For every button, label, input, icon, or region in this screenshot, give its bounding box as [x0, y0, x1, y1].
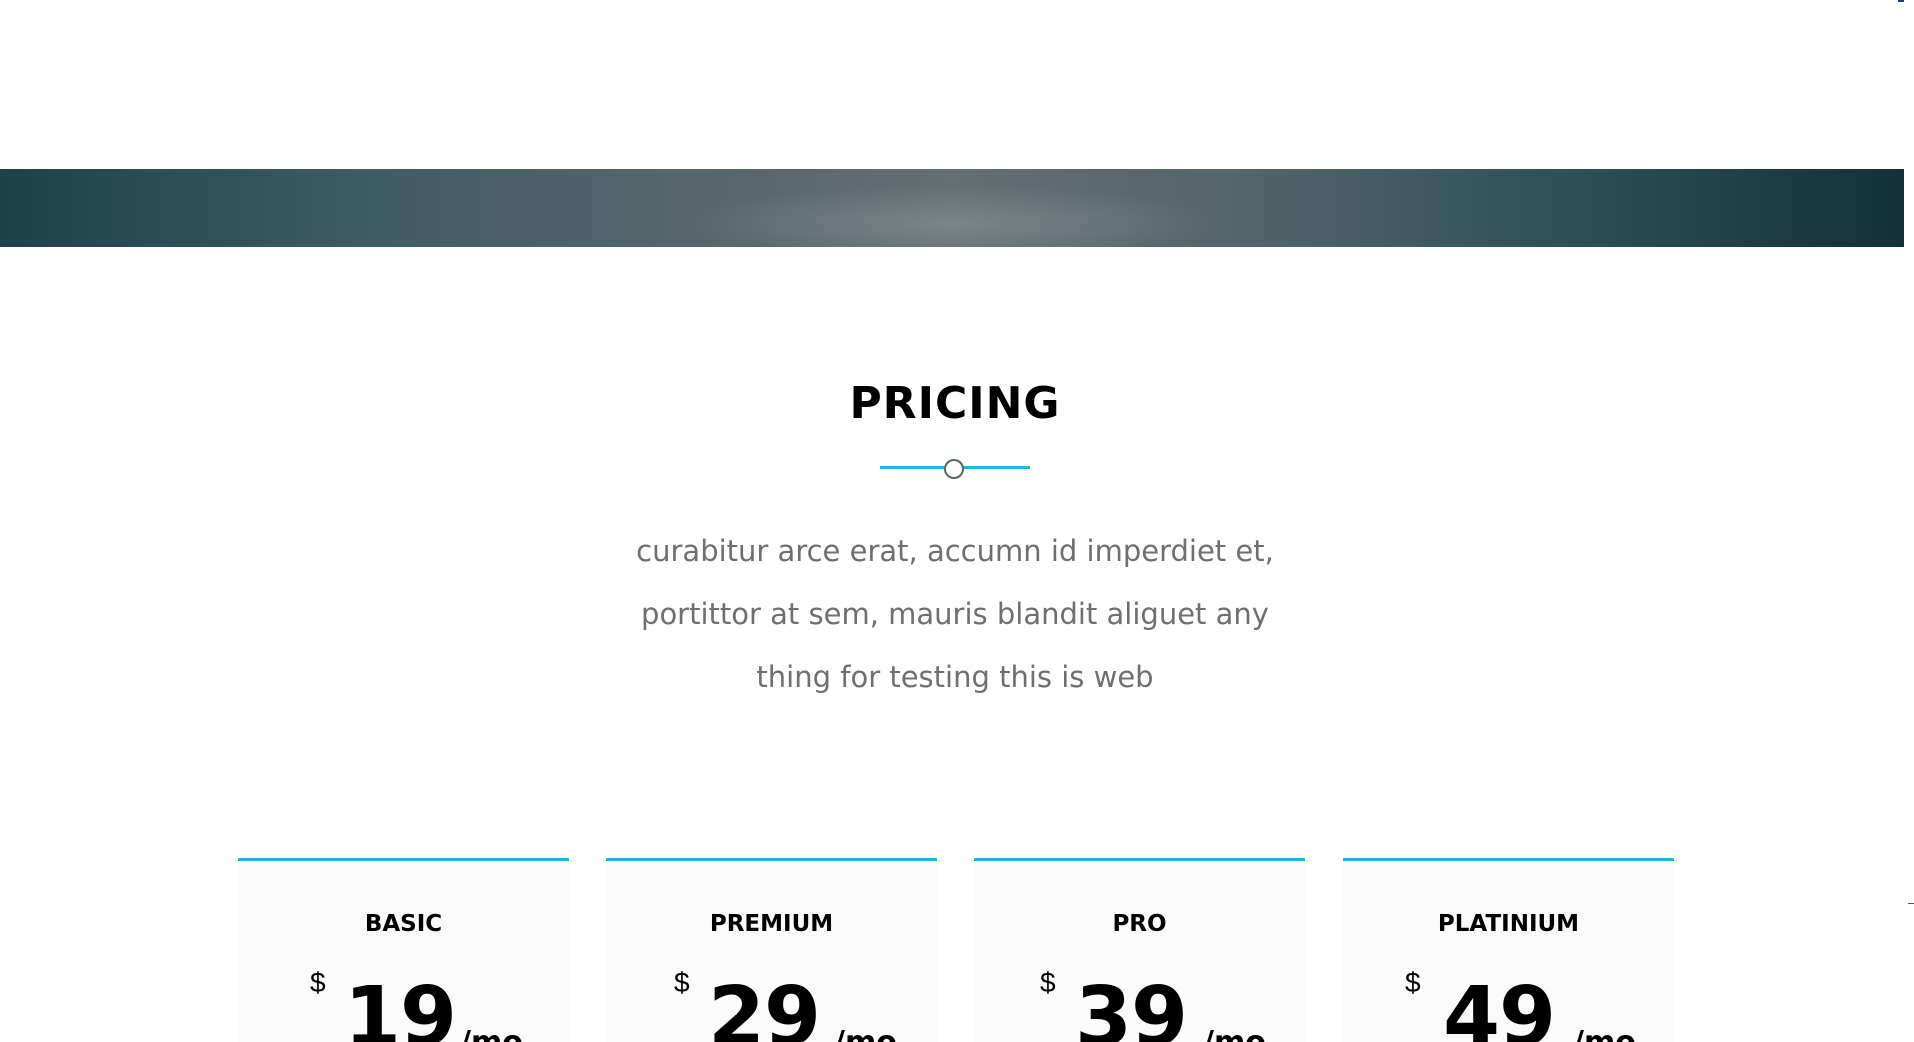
plan-name: BASIC [364, 911, 443, 937]
section-title: PRICING [849, 378, 1061, 429]
currency-symbol: $ [1040, 967, 1056, 998]
section-description: curabitur arce erat, accumn id imperdiet… [560, 520, 1350, 709]
plan-price: 49 [1443, 970, 1556, 1042]
plan-price: 29 [708, 970, 821, 1042]
plan-period: /mo [834, 1025, 897, 1042]
currency-symbol: $ [674, 967, 690, 998]
pricing-card-pro[interactable]: PRO $ 39 /mo [974, 858, 1305, 1042]
plan-period: /mo [460, 1025, 523, 1042]
scrollbar-gutter [1904, 0, 1914, 1042]
pricing-card-premium[interactable]: PREMIUM $ 29 /mo [606, 858, 937, 1042]
plan-name: PRO [1112, 911, 1167, 937]
currency-symbol: $ [310, 967, 326, 998]
title-divider [880, 459, 1030, 481]
hero-image-strip [0, 169, 1904, 247]
pricing-card-basic[interactable]: BASIC $ 19 /mo [238, 858, 569, 1042]
description-line: thing for testing this is web [756, 660, 1154, 694]
description-line: portittor at sem, mauris blandit aliguet… [641, 597, 1269, 631]
plan-name: PLATINIUM [1437, 911, 1580, 937]
pricing-card-platinium[interactable]: PLATINIUM $ 49 /mo [1343, 858, 1674, 1042]
divider-circle-icon [944, 459, 964, 479]
gutter-tick [1908, 903, 1914, 904]
top-header-area [0, 0, 1914, 169]
pricing-cards: BASIC $ 19 /mo PREMIUM $ 29 /mo PRO $ 39… [238, 858, 1674, 1042]
plan-period: /mo [1573, 1025, 1636, 1042]
plan-price: 19 [344, 970, 457, 1042]
currency-symbol: $ [1405, 967, 1421, 998]
plan-period: /mo [1203, 1025, 1266, 1042]
plan-price: 39 [1075, 970, 1188, 1042]
description-line: curabitur arce erat, accumn id imperdiet… [636, 534, 1274, 568]
plan-name: PREMIUM [709, 911, 834, 937]
